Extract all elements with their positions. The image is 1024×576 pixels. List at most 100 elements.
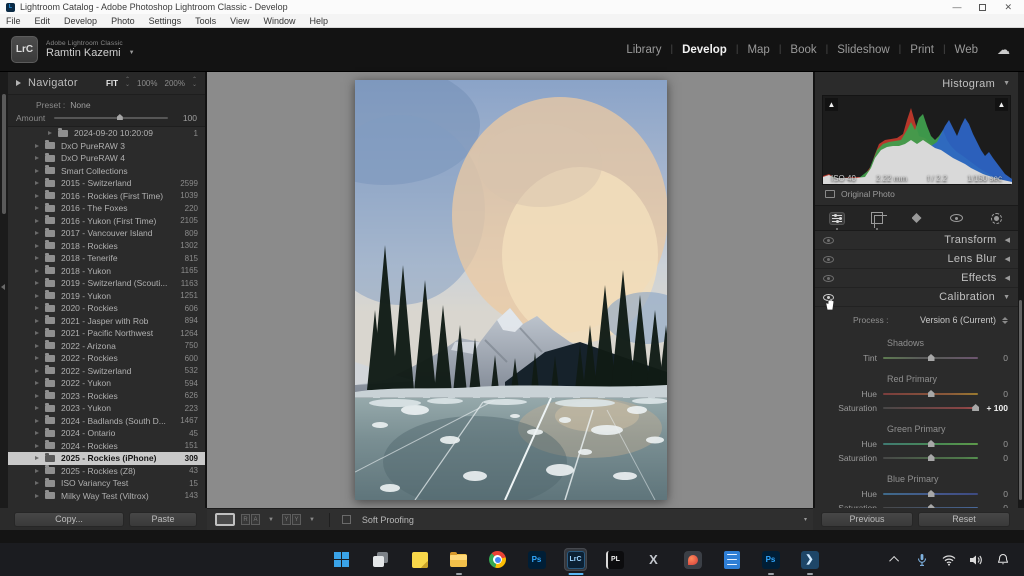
select-arrows-icon[interactable]	[1002, 317, 1008, 324]
green-saturation-slider[interactable]	[883, 457, 978, 459]
disclosure-triangle-icon[interactable]	[35, 294, 39, 298]
folder-row[interactable]: DxO PureRAW 3	[8, 140, 205, 153]
chevron-down-icon[interactable]: ▼	[268, 517, 274, 523]
chevron-up-icon[interactable]	[888, 553, 902, 567]
folder-row[interactable]: 2020 - Rockies 606	[8, 302, 205, 315]
collapse-arrow-icon[interactable]: ▼	[1003, 80, 1010, 87]
red-saturation-slider[interactable]	[883, 407, 978, 409]
folder-row[interactable]: 2018 - Tenerife 815	[8, 252, 205, 265]
media-app-icon[interactable]: ❯	[798, 548, 821, 571]
loupe-view-icon[interactable]	[215, 513, 235, 526]
slider-thumb[interactable]	[928, 440, 935, 447]
slider-thumb[interactable]	[928, 490, 935, 497]
chrome-icon[interactable]	[486, 548, 509, 571]
folder-row[interactable]: 2021 - Jasper with Rob 894	[8, 315, 205, 328]
panel-header[interactable]: Transform ◀	[815, 231, 1018, 250]
menu-item[interactable]: Develop	[64, 16, 97, 26]
folder-row[interactable]: 2024 - Rockies 151	[8, 440, 205, 453]
disclosure-triangle-icon[interactable]	[35, 231, 39, 235]
lightroom-classic-icon[interactable]: LrC	[564, 548, 587, 571]
blue-hue-slider[interactable]	[883, 493, 978, 495]
paste-button[interactable]: Paste	[129, 512, 197, 527]
disclosure-triangle-icon[interactable]	[35, 444, 39, 448]
disclosure-triangle-icon[interactable]	[35, 306, 39, 310]
module-tab[interactable]: Print |	[901, 44, 945, 56]
folder-row[interactable]: 2018 - Rockies 1302	[8, 240, 205, 253]
collapse-arrow-icon[interactable]: ▼	[1003, 294, 1010, 301]
navigator-header[interactable]: Navigator FIT ⌃⌄ 100% 200% ⌃⌄	[8, 72, 205, 94]
chevron-down-icon[interactable]: ▼	[309, 517, 315, 523]
cloud-sync-icon[interactable]: ☁	[997, 42, 1010, 58]
previous-button[interactable]: Previous	[821, 512, 913, 527]
menu-item[interactable]: View	[230, 16, 249, 26]
slider-thumb[interactable]	[928, 390, 935, 397]
wifi-icon[interactable]	[942, 553, 956, 567]
folder-row[interactable]: 2022 - Switzerland 532	[8, 365, 205, 378]
photoshop-beta-icon[interactable]: Ps	[759, 548, 782, 571]
folder-row[interactable]: 2016 - Rockies (First Time) 1039	[8, 190, 205, 203]
disclosure-triangle-icon[interactable]	[35, 281, 39, 285]
photo-editor-icon[interactable]	[681, 548, 704, 571]
module-tab[interactable]: Library |	[617, 44, 673, 56]
disclosure-triangle-icon[interactable]	[35, 256, 39, 260]
scrollbar-thumb[interactable]	[1019, 300, 1022, 500]
reset-button[interactable]: Reset	[918, 512, 1010, 527]
crop-tool-icon[interactable]	[868, 210, 886, 226]
volume-icon[interactable]	[969, 553, 983, 567]
slider-thumb[interactable]	[928, 354, 935, 361]
disclosure-triangle-icon[interactable]	[35, 369, 39, 373]
disclosure-triangle-icon[interactable]	[35, 406, 39, 410]
disclosure-triangle-icon[interactable]	[35, 481, 39, 485]
folder-row[interactable]: 2019 - Switzerland (Scouti... 1163	[8, 277, 205, 290]
file-explorer-icon[interactable]	[447, 548, 470, 571]
folder-row[interactable]: 2024 - Ontario 45	[8, 427, 205, 440]
folder-row[interactable]: 2015 - Switzerland 2599	[8, 177, 205, 190]
folder-row[interactable]: 2022 - Rockies 600	[8, 352, 205, 365]
folder-row[interactable]: 2018 - Yukon 1165	[8, 265, 205, 278]
folder-row[interactable]: 2025 - Rockies (Z8) 43	[8, 465, 205, 478]
x-app-icon[interactable]: X	[642, 548, 665, 571]
folder-row[interactable]: 2022 - Arizona 750	[8, 340, 205, 353]
disclosure-triangle-icon[interactable]	[35, 181, 39, 185]
disclosure-triangle-icon[interactable]	[48, 131, 52, 135]
disclosure-triangle-icon[interactable]	[35, 219, 39, 223]
tint-slider[interactable]	[883, 357, 978, 359]
basic-adjust-tool[interactable]	[828, 210, 846, 226]
amount-slider[interactable]	[54, 117, 168, 119]
disclosure-triangle-icon[interactable]	[35, 356, 39, 360]
red-hue-slider[interactable]	[883, 393, 978, 395]
histogram-display[interactable]: ▲ ▲ ISO 40 2.22 mm f / 2.2 1/150 sec	[822, 95, 1011, 185]
windows-start-button[interactable]	[330, 548, 353, 571]
folder-row[interactable]: 2017 - Vancouver Island 809	[8, 227, 205, 240]
panel-toggle-eye-icon[interactable]	[823, 256, 834, 263]
folder-row[interactable]: 2016 - The Foxes 220	[8, 202, 205, 215]
red-eye-tool-icon[interactable]	[948, 210, 966, 226]
disclosure-triangle-icon[interactable]	[35, 319, 39, 323]
notes-app-icon[interactable]	[720, 548, 743, 571]
module-tab[interactable]: Web |	[946, 44, 987, 56]
disclosure-triangle-icon[interactable]	[35, 156, 39, 160]
panel-header[interactable]: Lens Blur ◀	[815, 250, 1018, 269]
zoom-200[interactable]: 200%	[165, 79, 185, 88]
highlight-clipping-icon[interactable]: ▲	[995, 98, 1008, 111]
disclosure-triangle-icon[interactable]	[35, 206, 39, 210]
module-tab[interactable]: Slideshow |	[828, 44, 901, 56]
folder-row[interactable]: 2016 - Yukon (First Time) 2105	[8, 215, 205, 228]
panel-header[interactable]: Effects ◀	[815, 269, 1018, 288]
disclosure-triangle-icon[interactable]	[35, 331, 39, 335]
folder-row[interactable]: 2025 - Rockies (iPhone) 309	[8, 452, 205, 465]
masking-tool-icon[interactable]	[988, 210, 1006, 226]
collapse-left-panel-icon[interactable]	[1, 284, 5, 290]
folder-row[interactable]: Smart Collections	[8, 165, 205, 178]
task-view-button[interactable]	[369, 548, 392, 571]
folder-row[interactable]: 2022 - Yukon 594	[8, 377, 205, 390]
menu-item[interactable]: Settings	[149, 16, 182, 26]
green-hue-slider[interactable]	[883, 443, 978, 445]
folder-row[interactable]: 2024-09-20 10:20:09 1	[8, 127, 205, 140]
collapse-arrow-icon[interactable]: ◀	[1005, 255, 1010, 263]
photoshop-icon[interactable]: Ps	[525, 548, 548, 571]
module-tab[interactable]: Develop |	[673, 44, 738, 56]
menu-item[interactable]: Help	[310, 16, 329, 26]
left-scroll-strip[interactable]	[0, 72, 8, 508]
before-after-view-icon[interactable]: RA	[241, 514, 260, 525]
